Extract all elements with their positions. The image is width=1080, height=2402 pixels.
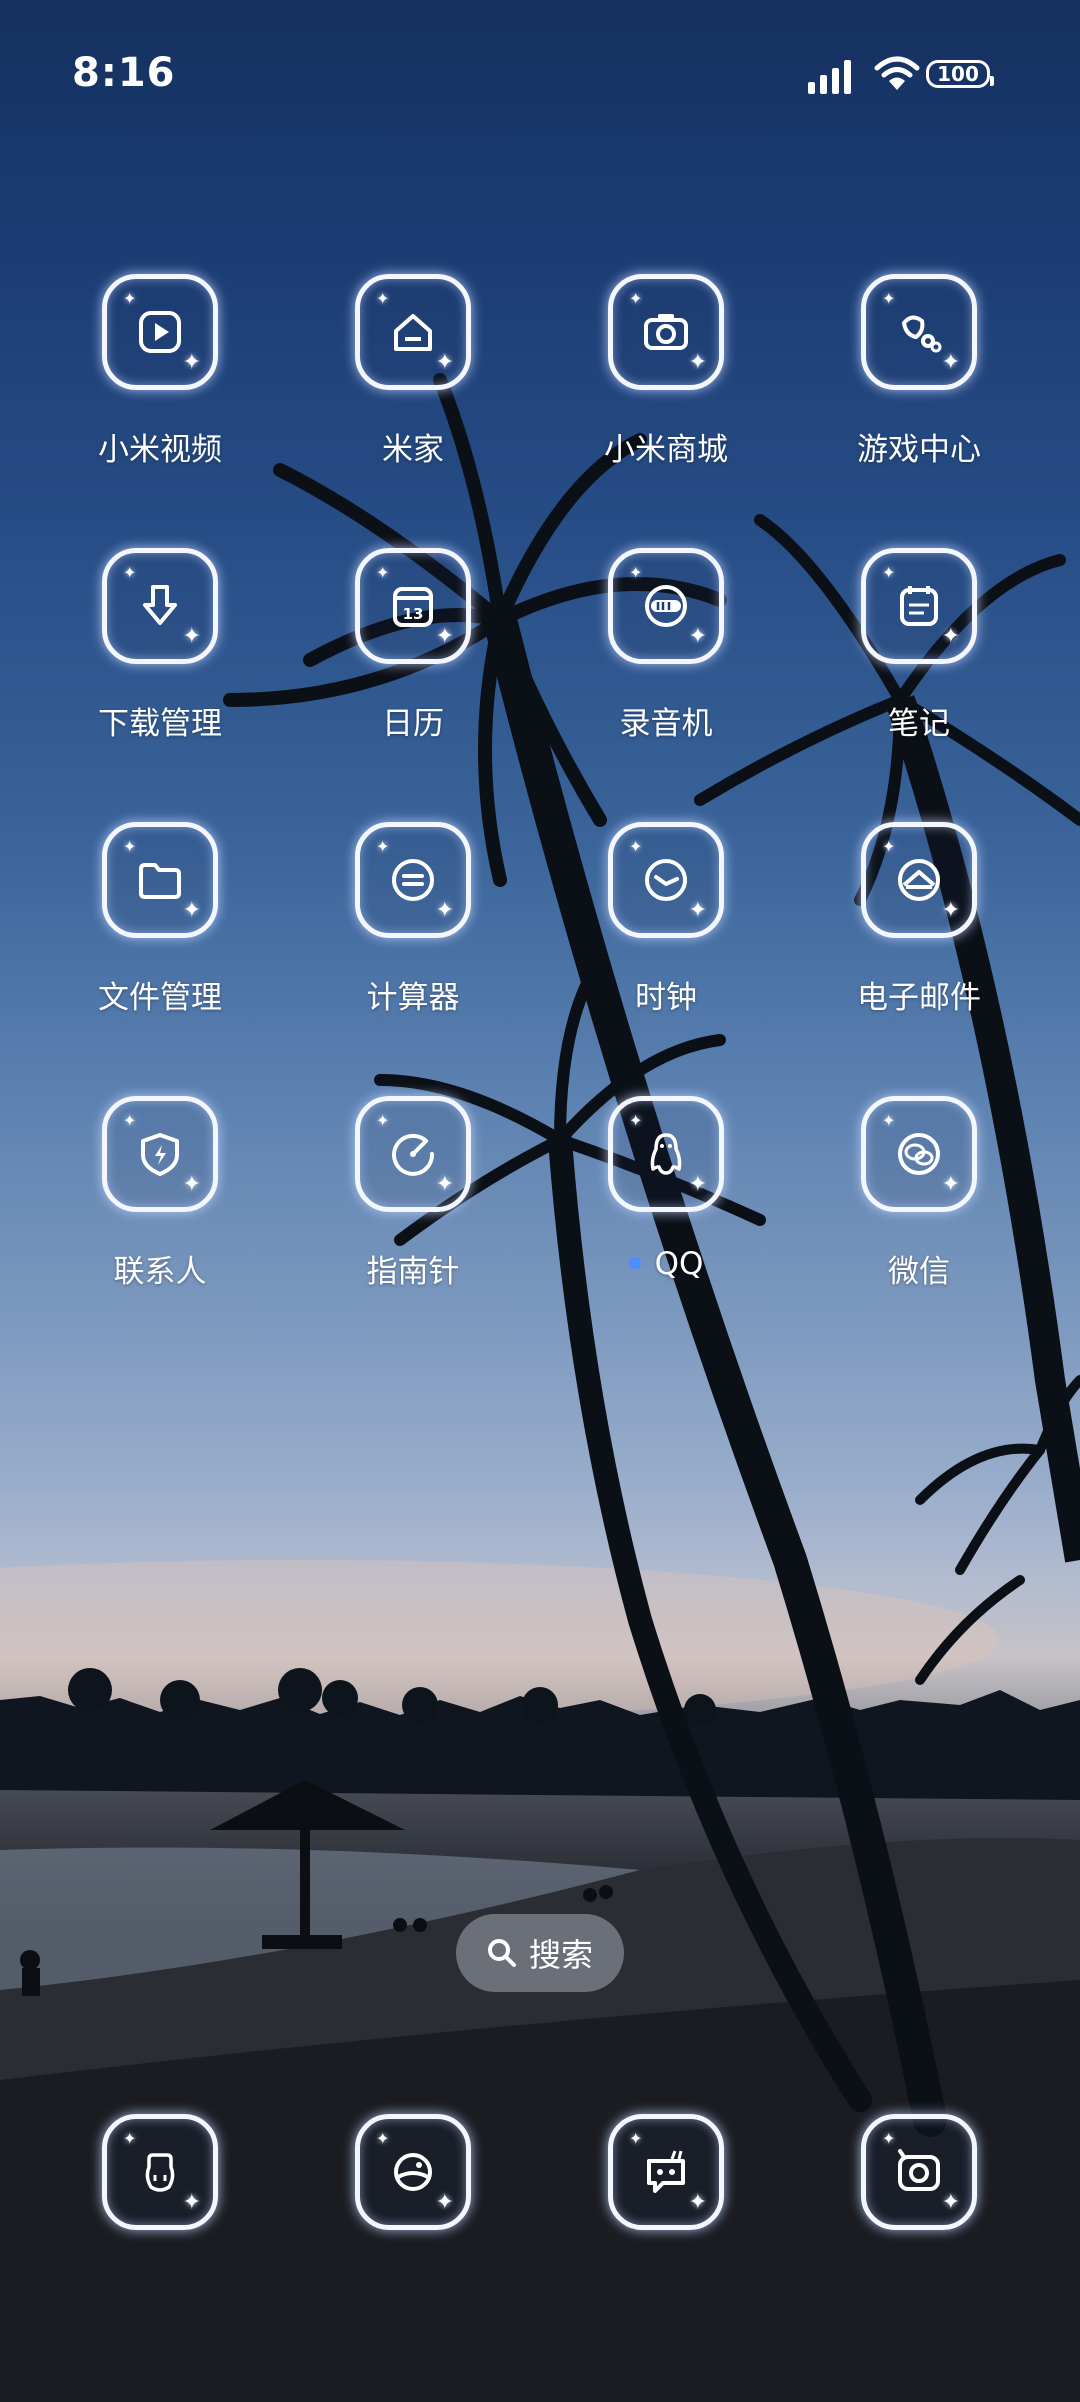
app-compass[interactable]: ✦ ✦ 指南针 — [288, 1096, 538, 1336]
camera-shop-icon[interactable]: ✦ ✦ — [608, 274, 724, 390]
folder-icon[interactable]: ✦ ✦ — [102, 822, 218, 938]
app-label: 指南针 — [366, 1254, 460, 1290]
battery-level: 100 — [937, 62, 979, 86]
browser-icon[interactable]: ✦ ✦ — [355, 2114, 471, 2230]
app-label: 小米商城 — [604, 432, 728, 468]
signal-icon — [808, 60, 851, 94]
contacts-shield-icon[interactable]: ✦ ✦ — [102, 1096, 218, 1212]
download-icon[interactable]: ✦ ✦ — [102, 548, 218, 664]
status-bar: 8:16 100 — [0, 0, 1080, 150]
app-qq[interactable]: ✦ ✦ QQ — [541, 1096, 791, 1336]
dock-app-phone[interactable]: ✦ ✦ — [35, 2114, 285, 2244]
app-label: 日历 — [382, 706, 444, 742]
app-calculator[interactable]: ✦ ✦ 计算器 — [288, 822, 538, 1062]
app-email[interactable]: ✦ ✦ 电子邮件 — [794, 822, 1044, 1062]
search-icon — [487, 1939, 516, 1967]
calculator-icon[interactable]: ✦ ✦ — [355, 822, 471, 938]
app-label: 游戏中心 — [857, 432, 981, 468]
app-label: 时钟 — [635, 980, 697, 1016]
new-update-dot — [628, 1256, 641, 1269]
app-label: 计算器 — [366, 980, 460, 1016]
app-notes[interactable]: ✦ ✦ 笔记 — [794, 548, 1044, 788]
app-mijia[interactable]: ✦ ✦ 米家 — [288, 274, 538, 514]
battery-icon: 100 — [926, 60, 994, 88]
status-time: 8:16 — [72, 50, 176, 96]
dock-app-messages[interactable]: ✦ ✦ — [541, 2114, 791, 2244]
recorder-icon[interactable]: ✦ ✦ — [608, 548, 724, 664]
messages-icon[interactable]: ✦ ✦ — [608, 2114, 724, 2230]
app-file-manager[interactable]: ✦ ✦ 文件管理 — [35, 822, 285, 1062]
clock-icon[interactable]: ✦ ✦ — [608, 822, 724, 938]
mail-icon[interactable]: ✦ ✦ — [861, 822, 977, 938]
app-label: QQ — [541, 1246, 791, 1282]
home-screen: 8:16 100 ✦ ✦ 小米视频 ✦ ✦ 米家 ✦ ✦ 小米商城 ✦ ✦ 游戏… — [0, 0, 1080, 2402]
search-label: 搜索 — [528, 1936, 593, 1974]
wifi-icon — [874, 56, 920, 90]
app-clock[interactable]: ✦ ✦ 时钟 — [541, 822, 791, 1062]
compass-icon[interactable]: ✦ ✦ — [355, 1096, 471, 1212]
app-label: 文件管理 — [98, 980, 222, 1016]
app-label: 微信 — [888, 1254, 950, 1290]
app-calendar[interactable]: ✦ ✦ 13 日历 — [288, 548, 538, 788]
app-label: 下载管理 — [98, 706, 222, 742]
app-label: 录音机 — [619, 706, 713, 742]
camera-icon[interactable]: ✦ ✦ — [861, 2114, 977, 2230]
calendar-icon[interactable]: ✦ ✦ 13 — [355, 548, 471, 664]
search-button[interactable]: 搜索 — [456, 1914, 624, 1992]
app-downloads[interactable]: ✦ ✦ 下载管理 — [35, 548, 285, 788]
notes-icon[interactable]: ✦ ✦ — [861, 548, 977, 664]
app-contacts[interactable]: ✦ ✦ 联系人 — [35, 1096, 285, 1336]
app-label: 米家 — [382, 432, 444, 468]
app-label: 联系人 — [113, 1254, 207, 1290]
game-center-icon[interactable]: ✦ ✦ — [861, 274, 977, 390]
dock-app-browser[interactable]: ✦ ✦ — [288, 2114, 538, 2244]
app-game-center[interactable]: ✦ ✦ 游戏中心 — [794, 274, 1044, 514]
app-wechat[interactable]: ✦ ✦ 微信 — [794, 1096, 1044, 1336]
app-xiaomi-store[interactable]: ✦ ✦ 小米商城 — [541, 274, 791, 514]
app-xiaomi-video[interactable]: ✦ ✦ 小米视频 — [35, 274, 285, 514]
video-play-icon[interactable]: ✦ ✦ — [102, 274, 218, 390]
app-label: 电子邮件 — [857, 980, 981, 1016]
app-label-text: QQ — [654, 1246, 704, 1282]
app-recorder[interactable]: ✦ ✦ 录音机 — [541, 548, 791, 788]
phone-icon[interactable]: ✦ ✦ — [102, 2114, 218, 2230]
dock-app-camera[interactable]: ✦ ✦ — [794, 2114, 1044, 2244]
calendar-date-text: 13 — [403, 605, 424, 623]
wechat-icon[interactable]: ✦ ✦ — [861, 1096, 977, 1212]
app-label: 小米视频 — [98, 432, 222, 468]
home-icon[interactable]: ✦ ✦ — [355, 274, 471, 390]
app-label: 笔记 — [888, 706, 950, 742]
qq-penguin-icon[interactable]: ✦ ✦ — [608, 1096, 724, 1212]
